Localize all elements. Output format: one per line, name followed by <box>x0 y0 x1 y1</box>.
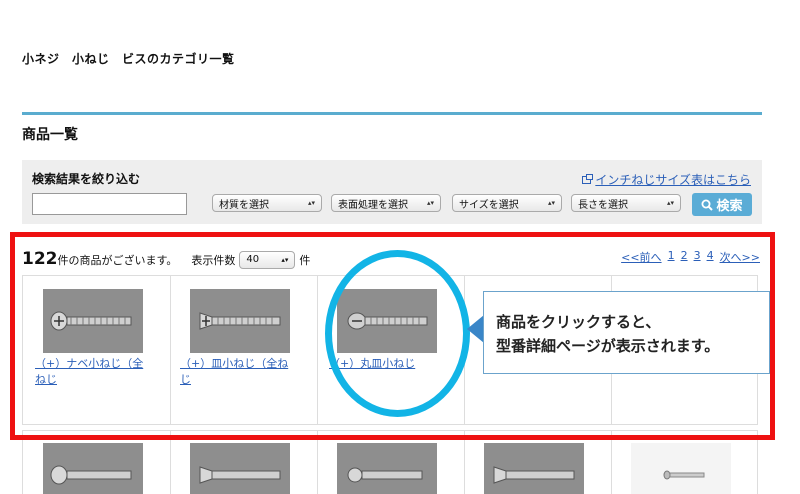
grid-divider <box>170 431 171 494</box>
product-image[interactable] <box>337 443 437 494</box>
callout-box: 商品をクリックすると、 型番詳細ページが表示されます。 <box>483 291 770 374</box>
search-button[interactable]: 検索 <box>692 193 752 216</box>
size-select-label: サイズを選択 <box>459 199 519 211</box>
dropdown-arrow-icon: ▴▾ <box>426 199 434 207</box>
screw-image <box>493 466 575 484</box>
section-divider <box>22 112 762 115</box>
screw-image <box>50 465 132 485</box>
callout-pointer <box>467 315 484 343</box>
callout-text: 商品をクリックすると、 型番詳細ページが表示されます。 <box>496 310 719 358</box>
product-image[interactable] <box>484 443 584 494</box>
product-image[interactable] <box>190 443 290 494</box>
filter-label: 検索結果を絞り込む <box>32 172 141 186</box>
size-select[interactable]: サイズを選択 ▴▾ <box>452 194 562 212</box>
category-title: 小ネジ 小ねじ ビスのカテゴリ一覧 <box>22 52 235 66</box>
surface-select[interactable]: 表面処理を選択 ▴▾ <box>331 194 441 212</box>
material-select-label: 材質を選択 <box>219 199 269 211</box>
search-button-label: 検索 <box>716 199 743 214</box>
external-link-icon <box>582 173 594 184</box>
filter-panel: 検索結果を絞り込む インチねじサイズ表はこちら 材質を選択 ▴▾ 表面処理を選択… <box>22 160 762 224</box>
inch-size-link-label: インチねじサイズ表はこちら <box>595 173 751 187</box>
length-select[interactable]: 長さを選択 ▴▾ <box>571 194 681 212</box>
dropdown-arrow-icon: ▴▾ <box>307 199 315 207</box>
material-select[interactable]: 材質を選択 ▴▾ <box>212 194 322 212</box>
surface-select-label: 表面処理を選択 <box>338 199 408 211</box>
product-image[interactable] <box>43 443 143 494</box>
length-select-label: 長さを選択 <box>578 199 628 211</box>
search-icon <box>701 199 714 211</box>
callout-line: 商品をクリックすると、 <box>496 313 661 331</box>
screw-image <box>347 467 423 483</box>
grid-divider <box>464 431 465 494</box>
callout-line: 型番詳細ページが表示されます。 <box>496 337 720 355</box>
dropdown-arrow-icon: ▴▾ <box>666 199 674 207</box>
section-title: 商品一覧 <box>22 127 78 143</box>
inch-size-link[interactable]: インチねじサイズ表はこちら <box>582 171 751 188</box>
screw-image <box>663 470 705 480</box>
keyword-input[interactable] <box>32 193 187 215</box>
grid-divider <box>611 431 612 494</box>
dropdown-arrow-icon: ▴▾ <box>547 199 555 207</box>
product-image[interactable] <box>631 443 731 494</box>
highlight-circle <box>325 250 470 417</box>
grid-divider <box>317 431 318 494</box>
screw-image <box>199 466 281 484</box>
